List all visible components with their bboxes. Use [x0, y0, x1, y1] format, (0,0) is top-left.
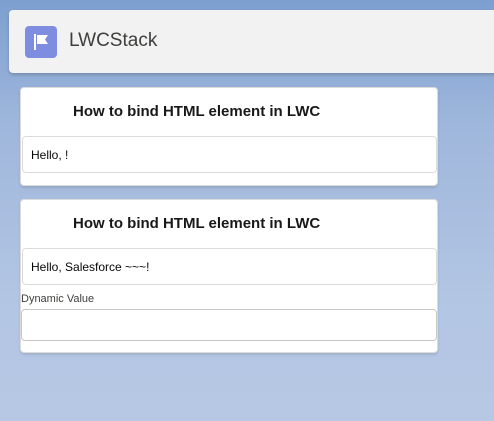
card-binding-example-1: How to bind HTML element in LWC Hello, !	[20, 87, 438, 186]
app-header: LWCStack	[9, 10, 494, 73]
card-binding-example-2: How to bind HTML element in LWC Hello, S…	[20, 199, 438, 353]
card-title: How to bind HTML element in LWC	[73, 103, 321, 120]
greeting-text: Hello, !	[31, 148, 69, 162]
flag-icon	[25, 26, 57, 58]
card-body: Hello, !	[22, 136, 437, 173]
card-title: How to bind HTML element in LWC	[73, 215, 321, 232]
app-title: LWCStack	[69, 30, 158, 51]
dynamic-value-input[interactable]	[21, 309, 437, 341]
greeting-text: Hello, Salesforce ~~~!	[31, 260, 150, 274]
dynamic-value-label: Dynamic Value	[21, 293, 95, 305]
card-body: Hello, Salesforce ~~~!	[22, 248, 437, 285]
